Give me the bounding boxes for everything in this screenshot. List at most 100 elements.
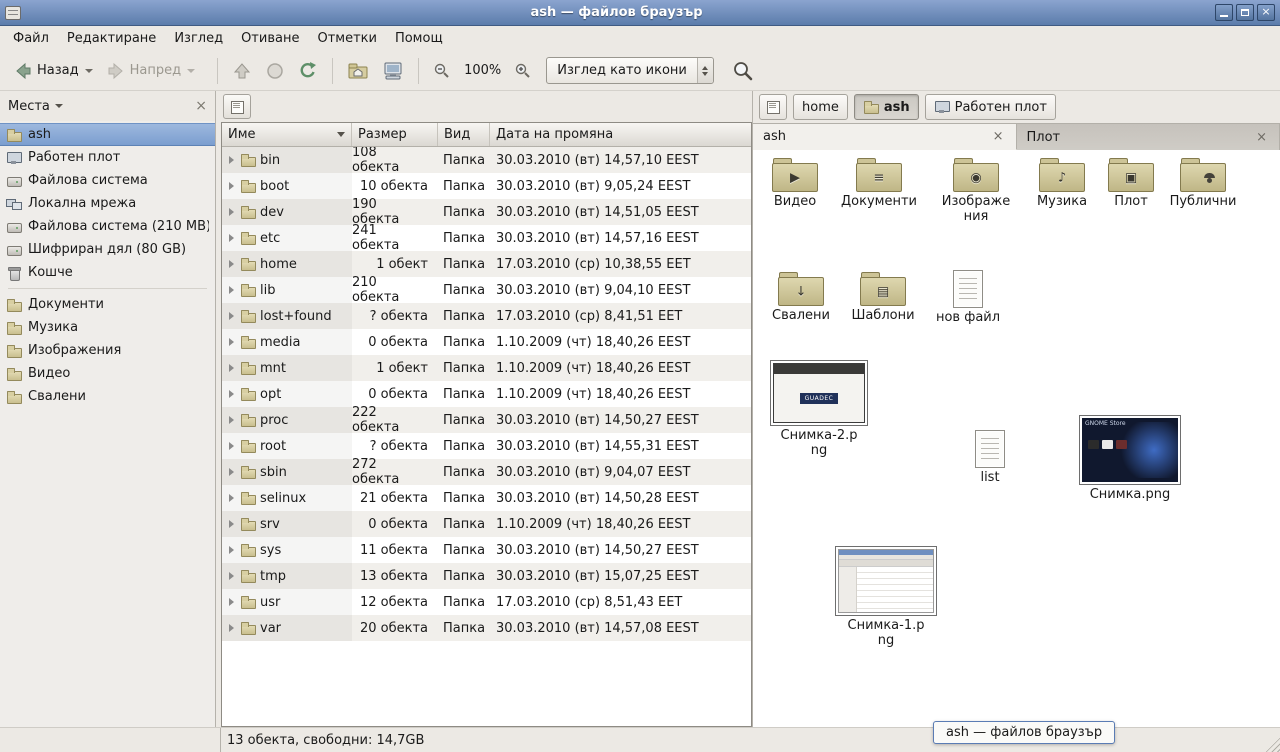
expander-icon[interactable] [229,338,234,346]
column-header-type[interactable]: Вид [438,123,490,146]
expander-icon[interactable] [229,234,234,242]
table-row[interactable]: lost+found ? обекта Папка 17.03.2010 (ср… [222,303,751,329]
maximize-button[interactable] [1236,4,1254,21]
sidebar-item[interactable]: Музика [0,316,215,339]
expander-icon[interactable] [229,182,234,190]
sidebar-item[interactable]: Шифриран дял (80 GB) [0,238,215,261]
breadcrumb-home[interactable]: home [793,94,848,120]
sidebar-item[interactable]: Работен плот [0,146,215,169]
expander-icon[interactable] [229,416,234,424]
search-button[interactable] [727,57,759,85]
expander-icon[interactable] [229,546,234,554]
table-row[interactable]: sbin 272 обекта Папка 30.03.2010 (вт) 9,… [222,459,751,485]
column-header-date[interactable]: Дата на промяна [490,123,751,146]
table-row[interactable]: boot 10 обекта Папка 30.03.2010 (вт) 9,0… [222,173,751,199]
tab-ash[interactable]: ash × [753,124,1017,150]
menu-item[interactable]: Редактиране [58,26,165,51]
folder-public[interactable]: Публични [1161,158,1245,210]
table-row[interactable]: lib 210 обекта Папка 30.03.2010 (вт) 9,0… [222,277,751,303]
back-button[interactable]: Назад [8,58,98,84]
folder-images[interactable]: ◉ Изображения [934,158,1018,225]
file-new[interactable]: нов файл [926,270,1010,326]
table-row[interactable]: root ? обекта Папка 30.03.2010 (вт) 14,5… [222,433,751,459]
sidebar-item[interactable]: Локална мрежа [0,192,215,215]
menu-item[interactable]: Отметки [308,26,385,51]
tab-close-icon[interactable]: × [991,130,1006,143]
menu-item[interactable]: Файл [4,26,58,51]
expander-icon[interactable] [229,442,234,450]
table-row[interactable]: selinux 21 обекта Папка 30.03.2010 (вт) … [222,485,751,511]
sidebar-item[interactable]: Документи [0,293,215,316]
titlebar[interactable]: ash — файлов браузър × [0,0,1280,26]
expander-icon[interactable] [229,468,234,476]
file-snimka[interactable]: GNOME Store Снимка.png [1078,415,1182,503]
table-row[interactable]: var 20 обекта Папка 30.03.2010 (вт) 14,5… [222,615,751,641]
folder-documents[interactable]: ≡ Документи [837,158,921,210]
home-button[interactable] [342,58,374,84]
folder-video[interactable]: ▶ Видео [753,158,837,210]
folder-templates[interactable]: ▤ Шаблони [841,272,925,324]
menu-item[interactable]: Изглед [165,26,232,51]
stop-button[interactable] [260,58,290,84]
sidebar-item[interactable]: Свалени [0,385,215,408]
expander-icon[interactable] [229,390,234,398]
expander-icon[interactable] [229,624,234,632]
menu-item[interactable]: Отиване [232,26,308,51]
pane-toggle-button[interactable] [223,94,251,119]
table-row[interactable]: srv 0 обекта Папка 1.10.2009 (чт) 18,40,… [222,511,751,537]
expander-icon[interactable] [229,364,234,372]
icon-view[interactable]: ▶ Видео ≡ Документи ◉ Изображения ♪ Музи… [753,150,1280,727]
expander-icon[interactable] [229,572,234,580]
table-row[interactable]: dev 190 обекта Папка 30.03.2010 (вт) 14,… [222,199,751,225]
expander-icon[interactable] [229,520,234,528]
expander-icon[interactable] [229,494,234,502]
tab-plot[interactable]: Плот × [1017,124,1280,150]
reload-button[interactable] [293,58,323,84]
file-snimka1[interactable]: Снимка-1.png [834,546,938,649]
tab-close-icon[interactable]: × [1254,131,1269,144]
close-button[interactable]: × [1257,4,1275,21]
table-row[interactable]: proc 222 обекта Папка 30.03.2010 (вт) 14… [222,407,751,433]
folder-downloads[interactable]: ↓ Свалени [759,272,843,324]
table-row[interactable]: mnt 1 обект Папка 1.10.2009 (чт) 18,40,2… [222,355,751,381]
sidebar-close-icon[interactable]: × [195,99,207,113]
file-snimka2[interactable]: GUADEC Снимка-2.png [767,360,871,459]
table-row[interactable]: tmp 13 обекта Папка 30.03.2010 (вт) 15,0… [222,563,751,589]
table-row[interactable]: home 1 обект Папка 17.03.2010 (ср) 10,38… [222,251,751,277]
file-list[interactable]: list [948,430,1032,486]
breadcrumb-desktop[interactable]: Работен плот [925,94,1056,120]
breadcrumb-current[interactable]: ash [854,94,919,120]
resize-grip[interactable] [1265,737,1280,752]
sidebar-title[interactable]: Места [8,99,50,114]
forward-button[interactable]: Напред [101,58,200,84]
chevron-down-icon[interactable] [55,104,63,108]
table-row[interactable]: bin 108 обекта Папка 30.03.2010 (вт) 14,… [222,147,751,173]
expander-icon[interactable] [229,312,234,320]
back-dropdown-icon[interactable] [85,69,93,73]
sidebar-item[interactable]: Файлова система (210 MB) [0,215,215,238]
up-button[interactable] [227,58,257,84]
column-header-size[interactable]: Размер [352,123,438,146]
table-row[interactable]: opt 0 обекта Папка 1.10.2009 (чт) 18,40,… [222,381,751,407]
combo-spinner-icon[interactable] [697,58,713,83]
computer-button[interactable] [377,58,409,84]
sidebar-item[interactable]: Видео [0,362,215,385]
zoom-out-button[interactable] [428,59,456,83]
table-row[interactable]: media 0 обекта Папка 1.10.2009 (чт) 18,4… [222,329,751,355]
sidebar-item[interactable]: Файлова система [0,169,215,192]
pathbar-root-button[interactable] [759,94,787,120]
sidebar-item[interactable]: Изображения [0,339,215,362]
table-row[interactable]: etc 241 обекта Папка 30.03.2010 (вт) 14,… [222,225,751,251]
table-row[interactable]: sys 11 обекта Папка 30.03.2010 (вт) 14,5… [222,537,751,563]
expander-icon[interactable] [229,598,234,606]
menu-item[interactable]: Помощ [386,26,452,51]
zoom-in-button[interactable] [509,59,537,83]
expander-icon[interactable] [229,286,234,294]
column-header-name[interactable]: Име [222,123,352,146]
minimize-button[interactable] [1215,4,1233,21]
sidebar-item[interactable]: Кошче [0,261,215,284]
expander-icon[interactable] [229,260,234,268]
expander-icon[interactable] [229,156,234,164]
view-mode-select[interactable]: Изглед като икони [546,57,714,84]
sidebar-item[interactable]: ash [0,123,215,146]
